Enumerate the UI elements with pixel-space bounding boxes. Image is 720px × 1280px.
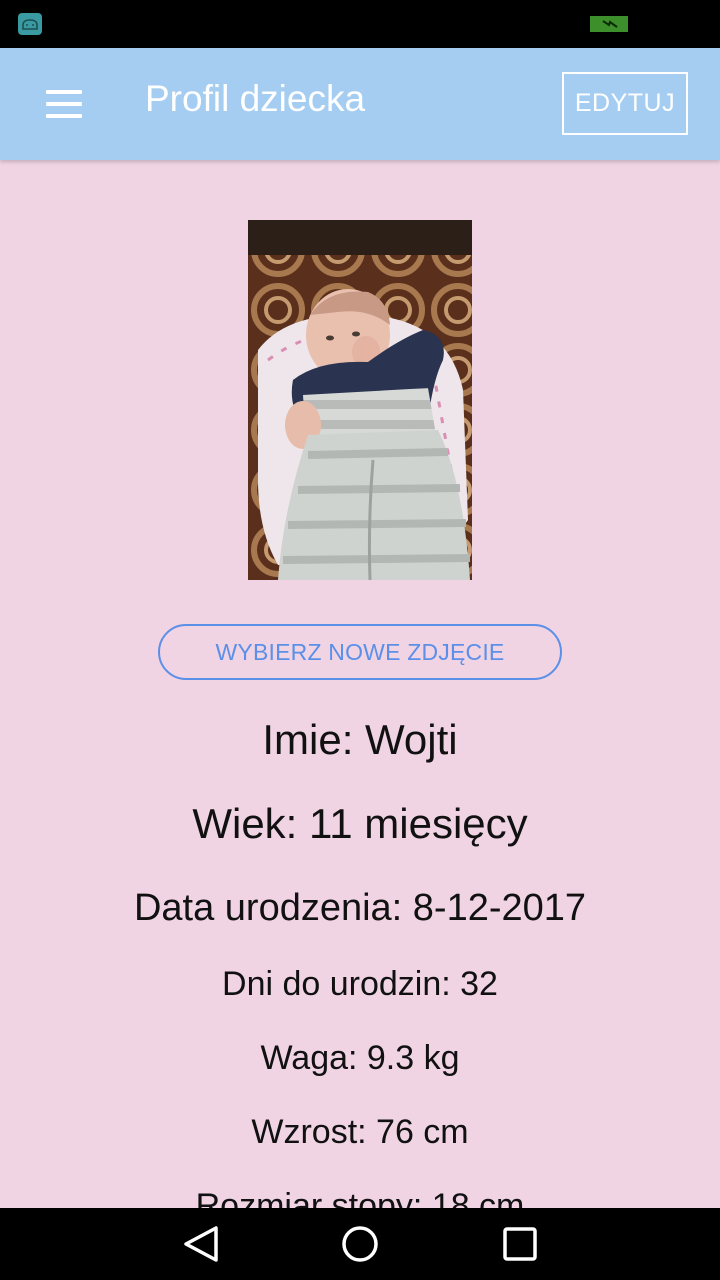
battery-charging-icon (590, 16, 628, 32)
weight: Waga: 9.3 kg (260, 1039, 460, 1077)
days-to-birthday: Dni do urodzin: 32 (222, 965, 498, 1003)
edit-button[interactable]: EDYTUJ (562, 72, 688, 135)
baby-photo (248, 220, 472, 580)
navigation-bar (0, 1208, 720, 1280)
page-title: Profil dziecka (145, 78, 366, 119)
choose-new-photo-button[interactable]: WYBIERZ NOWE ZDJĘCIE (158, 624, 562, 680)
hamburger-menu-icon[interactable] (30, 72, 98, 136)
status-bar (0, 0, 720, 48)
child-name: Imie: Wojti (262, 716, 458, 763)
home-circle-icon[interactable] (335, 1222, 385, 1266)
android-icon (18, 13, 42, 35)
child-age: Wiek: 11 miesięcy (192, 800, 528, 847)
recents-square-icon[interactable] (495, 1222, 545, 1266)
back-triangle-icon[interactable] (176, 1222, 226, 1266)
height: Wzrost: 76 cm (251, 1113, 469, 1151)
app-bar: Profil dziecka EDYTUJ (0, 48, 720, 160)
birth-date: Data urodzenia: 8-12-2017 (133, 887, 587, 929)
